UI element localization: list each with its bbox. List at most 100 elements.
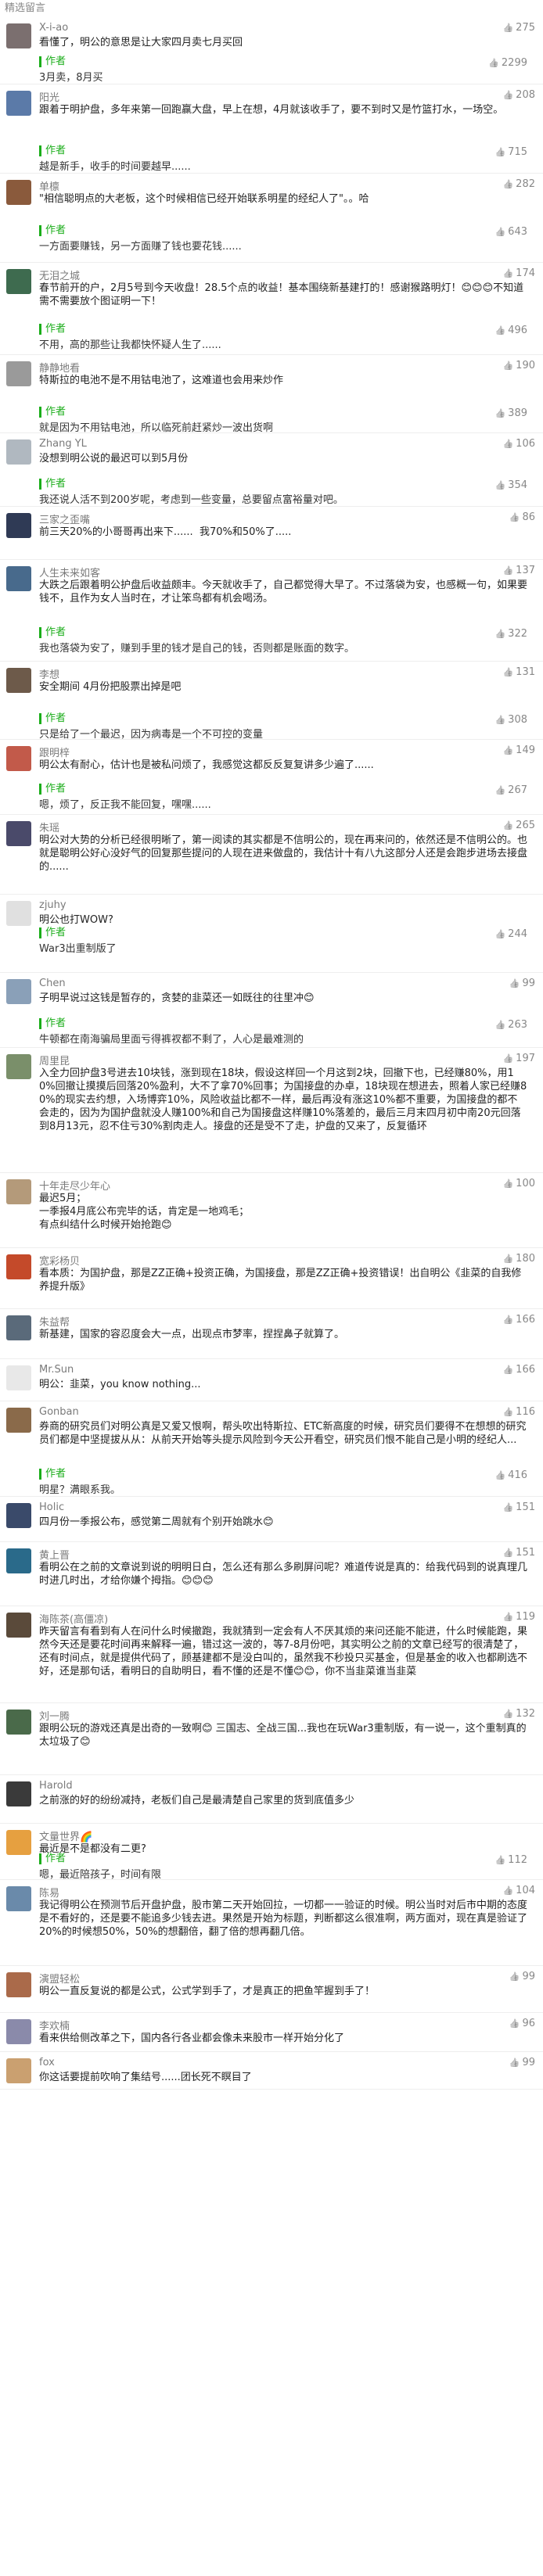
like-button[interactable]: 👍 149 [502, 744, 535, 756]
like-button[interactable]: 👍 275 [502, 22, 535, 34]
avatar[interactable] [6, 1972, 31, 1997]
like-button[interactable]: 👍 116 [502, 1406, 535, 1418]
reply-like-button[interactable]: 👍 643 [494, 225, 527, 239]
like-button[interactable]: 👍 190 [502, 360, 535, 371]
reply-like-button[interactable]: 👍 244 [494, 927, 527, 941]
comment-username: 演盟轻松 [39, 1974, 81, 1986]
like-button[interactable]: 👍 131 [502, 666, 535, 678]
comment-text: 大跌之后跟着明公护盘后收益颇丰。今天就收手了，自己都觉得大早了。不过落袋为安，也… [39, 579, 528, 605]
comment-item: 黄上晋 👍 151 看明公在之前的文章说到说的明明日白，怎么还有那么多刷屏问呢？难道传… [0, 1542, 543, 1606]
avatar[interactable] [6, 1365, 31, 1390]
like-button[interactable]: 👍 166 [502, 1314, 535, 1326]
avatar[interactable] [6, 1179, 31, 1204]
avatar[interactable] [6, 1408, 31, 1433]
like-button[interactable]: 👍 137 [502, 565, 535, 576]
comment-text: 明公对大势的分析已经很明晰了，第一阅读的其实都是不信明公的，现在再来问的，依然还… [39, 834, 528, 873]
comment-text: 安全期间 4月份把股票出掉是吧 [39, 681, 182, 693]
comment-item: Zhang YL 👍 106 没想到明公说的最迟可以到5月份 作者 👍 354 我还说人活不到… [0, 433, 543, 507]
avatar[interactable] [6, 180, 31, 205]
avatar[interactable] [6, 1254, 31, 1279]
avatar[interactable] [6, 439, 31, 465]
avatar[interactable] [6, 1886, 31, 1911]
comment-list: X-i-ao 👍 275 看懂了，明公的意思是让大家四月卖七月买回 作者 👍 2299 3月卖… [0, 17, 543, 2090]
author-reply: 作者 👍 643 一方面要赚钱，另一方面赚了钱也要花钱...... [39, 224, 527, 253]
reply-like-button[interactable]: 👍 389 [494, 407, 527, 420]
avatar[interactable] [6, 1613, 31, 1638]
author-reply: 作者 👍 308 只是给了一个最迟，因为病毒是一个不可控的变量 [39, 712, 527, 740]
avatar[interactable] [6, 821, 31, 846]
reply-like-button[interactable]: 👍 308 [494, 713, 527, 727]
reply-like-button[interactable]: 👍 322 [494, 627, 527, 640]
avatar[interactable] [6, 746, 31, 771]
comment-item: 李想 👍 131 安全期间 4月份把股票出掉是吧 作者 👍 308 只是给了一个最迟，因为病毒… [0, 662, 543, 740]
like-button[interactable]: 👍 265 [502, 820, 535, 831]
comment-text: 跟明公玩的游戏还真是出奇的一致啊😊 三国志、全战三国...我也在玩War3重制版… [39, 1723, 527, 1748]
comment-username: 人生未来如客 [39, 568, 101, 579]
like-button[interactable]: 👍 106 [502, 438, 535, 450]
avatar[interactable] [6, 1548, 31, 1573]
comment-username: 跟明梓 [39, 748, 70, 759]
like-button[interactable]: 👍 119 [502, 1611, 535, 1623]
like-count: 99 [522, 1971, 535, 1982]
avatar[interactable] [6, 269, 31, 294]
comment-text: 春节前开的户，2月5号到今天收盘！28.5个点的收益！基本围绕新基建打的！感谢猴… [39, 282, 524, 307]
like-button[interactable]: 👍 132 [502, 1708, 535, 1720]
avatar[interactable] [6, 566, 31, 591]
thumbs-up-icon: 👍 [494, 147, 506, 157]
reply-text: 只是给了一个最迟，因为病毒是一个不可控的变量 [39, 729, 264, 740]
comment-item: fox 👍 99 你这话要提前吹响了集结号......团长死不瞑目了 [0, 2052, 543, 2090]
like-button[interactable]: 👍 180 [502, 1253, 535, 1265]
like-button[interactable]: 👍 104 [502, 1885, 535, 1896]
comment-username: 朱瑶 [39, 823, 60, 834]
avatar[interactable] [6, 361, 31, 386]
reply-like-button[interactable]: 👍 2299 [488, 56, 527, 70]
thumbs-up-icon: 👍 [509, 2018, 520, 2029]
avatar[interactable] [6, 91, 31, 116]
reply-like-count: 267 [508, 784, 527, 796]
author-label: 作者 [45, 323, 67, 335]
reply-like-button[interactable]: 👍 263 [494, 1018, 527, 1031]
avatar[interactable] [6, 513, 31, 538]
reply-like-button[interactable]: 👍 496 [494, 324, 527, 337]
like-button[interactable]: 👍 282 [502, 178, 535, 190]
avatar[interactable] [6, 668, 31, 693]
avatar[interactable] [6, 1503, 31, 1528]
reply-text: 越是新手，收手的时间要越早...... [39, 161, 191, 173]
comment-item: 跟明梓 👍 149 明公太有耐心，估计也是被私问烦了，我感觉这都反反复复讲多少遍了..… [0, 740, 543, 815]
avatar[interactable] [6, 23, 31, 48]
avatar[interactable] [6, 1830, 31, 1855]
like-button[interactable]: 👍 99 [509, 1971, 535, 1982]
author-reply-marker [39, 479, 41, 490]
comment-item: 宽彩杨贝 👍 180 看本质：为国护盘，那是ZZ正确+投资正确，为国接盘，那是ZZ正确… [0, 1248, 543, 1309]
like-button[interactable]: 👍 151 [502, 1547, 535, 1559]
like-button[interactable]: 👍 96 [509, 2018, 535, 2029]
reply-like-button[interactable]: 👍 112 [494, 1853, 527, 1867]
avatar[interactable] [6, 979, 31, 1004]
reply-like-button[interactable]: 👍 354 [494, 479, 527, 492]
like-button[interactable]: 👍 166 [502, 1364, 535, 1376]
reply-like-button[interactable]: 👍 715 [494, 145, 527, 159]
like-button[interactable]: 👍 100 [502, 1178, 535, 1189]
comment-item: 李欢楠 👍 96 看来供给侧改革之下，国内各行各业都会像未来股市一样开始分化了 [0, 2013, 543, 2052]
avatar[interactable] [6, 2058, 31, 2083]
like-button[interactable]: 👍 174 [502, 267, 535, 279]
author-reply: 作者 👍 496 不用，高的那些让我都快怀疑人生了...... [39, 322, 527, 352]
like-count: 116 [516, 1406, 535, 1418]
avatar[interactable] [6, 1710, 31, 1735]
like-button[interactable]: 👍 99 [509, 978, 535, 989]
like-button[interactable]: 👍 99 [509, 2057, 535, 2068]
avatar[interactable] [6, 1054, 31, 1079]
author-reply-marker [39, 784, 41, 795]
like-button[interactable]: 👍 197 [502, 1053, 535, 1064]
comment-text: 之前涨的好的纷纷减持，老板们自己是最清楚自己家里的货到底值多少 [39, 1795, 355, 1806]
like-button[interactable]: 👍 151 [502, 1501, 535, 1513]
author-reply-marker [39, 324, 41, 335]
like-button[interactable]: 👍 86 [509, 511, 535, 523]
reply-like-button[interactable]: 👍 267 [494, 784, 527, 797]
like-button[interactable]: 👍 208 [502, 89, 535, 101]
avatar[interactable] [6, 1781, 31, 1806]
avatar[interactable] [6, 901, 31, 926]
reply-like-button[interactable]: 👍 416 [494, 1469, 527, 1482]
avatar[interactable] [6, 2019, 31, 2044]
avatar[interactable] [6, 1315, 31, 1340]
